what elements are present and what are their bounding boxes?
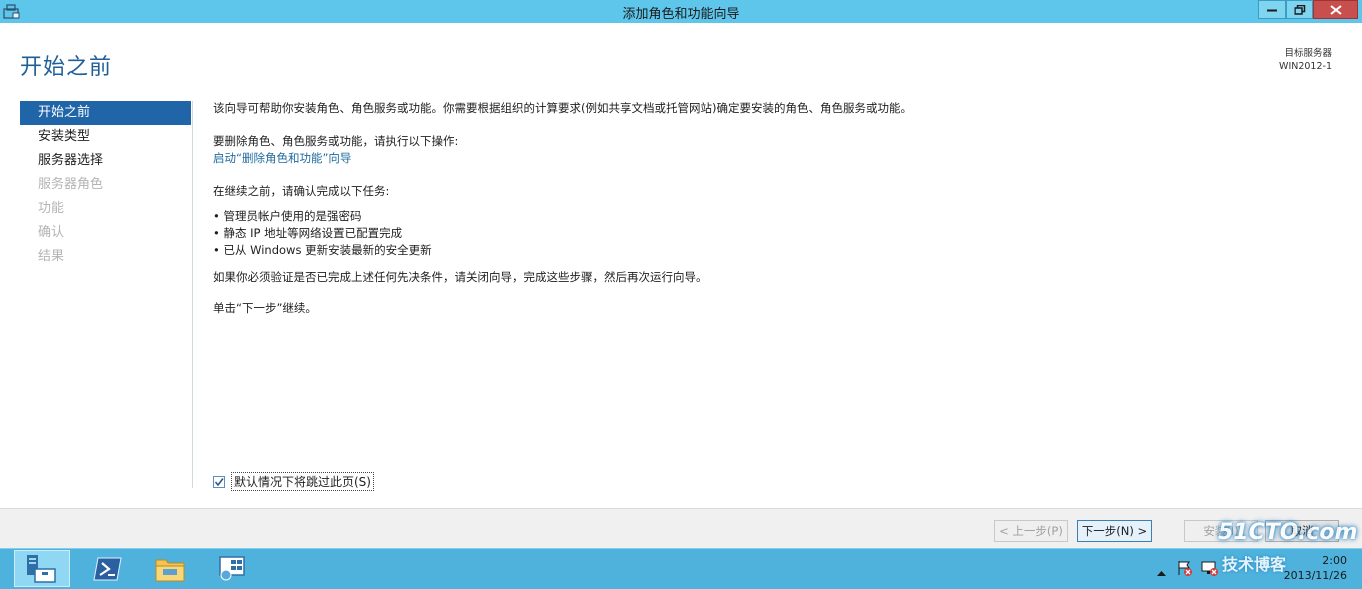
close-icon — [1329, 4, 1342, 15]
taskbar: 2:00 2013/11/26 — [0, 548, 1362, 589]
nav-item-confirmation: 确认 — [38, 225, 65, 240]
prereq-item: 管理员帐户使用的是强密码 — [213, 208, 912, 225]
prereq-heading: 在继续之前，请确认完成以下任务: — [213, 184, 390, 198]
intro-text: 该向导可帮助你安装角色、角色服务或功能。你需要根据组织的计算要求(例如共享文档或… — [213, 101, 912, 115]
skip-page-checkbox[interactable] — [213, 475, 225, 488]
page-title: 开始之前 — [20, 55, 113, 80]
powershell-icon — [93, 557, 122, 580]
next-button[interactable]: 下一步(N) > — [1077, 520, 1152, 542]
taskbar-powershell[interactable] — [80, 550, 136, 587]
wizard-client-area: 开始之前 目标服务器 WIN2012-1 开始之前 安装类型 服务器选择 服务器… — [0, 23, 1362, 508]
taskbar-server-manager[interactable] — [14, 550, 70, 587]
action-center-icon[interactable] — [1177, 560, 1193, 580]
server-roles-icon — [219, 555, 245, 580]
nav-item-before-you-begin[interactable]: 开始之前 — [20, 101, 191, 125]
restore-icon — [1294, 4, 1305, 15]
target-server-value: WIN2012-1 — [1279, 61, 1332, 72]
verify-text: 如果你必须验证是否已完成上述任何先决条件，请关闭向导，完成这些步骤，然后再次运行… — [213, 270, 708, 284]
window-title: 添加角色和功能向导 — [622, 7, 740, 22]
server-manager-icon — [27, 554, 56, 583]
nav-item-server-selection[interactable]: 服务器选择 — [20, 149, 191, 173]
clock-date: 2013/11/26 — [1283, 569, 1347, 582]
remove-roles-link[interactable]: 启动“删除角色和功能”向导 — [213, 150, 912, 167]
remove-heading: 要删除角色、角色服务或功能，请执行以下操作: — [213, 134, 459, 148]
prereq-list: 管理员帐户使用的是强密码 静态 IP 地址等网络设置已配置完成 已从 Windo… — [213, 208, 912, 259]
continue-text: 单击“下一步”继续。 — [213, 301, 317, 315]
wizard-footer: < 上一步(P) 下一步(N) > 安装(I) 取消 — [0, 508, 1362, 548]
restore-button[interactable] — [1286, 0, 1313, 19]
previous-button: < 上一步(P) — [994, 520, 1068, 542]
taskbar-server-roles[interactable] — [204, 550, 260, 587]
site-watermark-subtitle: 技术博客 — [1222, 555, 1287, 574]
skip-page-label[interactable]: 默认情况下将跳过此页(S) — [231, 472, 374, 491]
skip-page-option[interactable]: 默认情况下将跳过此页(S) — [213, 472, 374, 491]
clock-time: 2:00 — [1322, 554, 1347, 567]
site-watermark-logo: 51CTO.com — [1218, 520, 1358, 545]
close-button[interactable] — [1313, 0, 1358, 19]
nav-item-installation-type[interactable]: 安装类型 — [20, 125, 191, 149]
checkmark-icon — [214, 477, 224, 486]
taskbar-clock[interactable]: 2:00 2013/11/26 — [1284, 553, 1347, 583]
nav-item-features: 功能 — [38, 201, 65, 216]
minimize-icon — [1267, 9, 1277, 11]
network-icon[interactable] — [1201, 560, 1219, 580]
target-server: 目标服务器 WIN2012-1 — [1279, 47, 1332, 73]
nav-item-server-roles: 服务器角色 — [38, 177, 104, 192]
prereq-item: 已从 Windows 更新安装最新的安全更新 — [213, 242, 912, 259]
window-titlebar[interactable]: 添加角色和功能向导 — [0, 0, 1362, 23]
minimize-button[interactable] — [1258, 0, 1286, 19]
prereq-item: 静态 IP 地址等网络设置已配置完成 — [213, 225, 912, 242]
show-hidden-icons-icon[interactable] — [1157, 562, 1166, 581]
file-explorer-icon — [155, 559, 185, 581]
content-panel: 该向导可帮助你安装角色、角色服务或功能。你需要根据组织的计算要求(例如共享文档或… — [213, 100, 912, 317]
nav-item-results: 结果 — [38, 249, 65, 264]
wizard-nav: 开始之前 安装类型 服务器选择 服务器角色 功能 确认 结果 — [20, 101, 191, 269]
target-server-label: 目标服务器 — [1284, 48, 1332, 59]
nav-divider — [192, 101, 193, 488]
taskbar-file-explorer[interactable] — [142, 550, 198, 587]
